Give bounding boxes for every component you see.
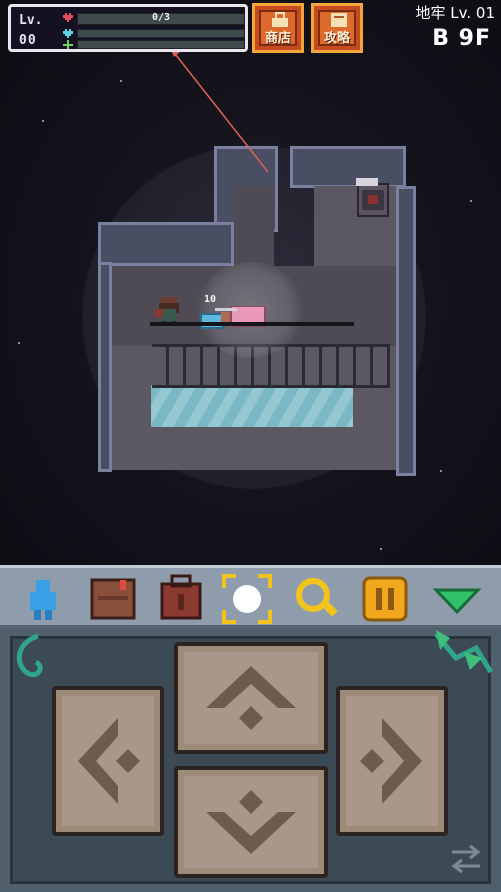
dpad-left-button[interactable]	[52, 686, 164, 836]
arrow-right-icon	[360, 718, 422, 804]
star	[18, 342, 20, 344]
bag-icon	[272, 12, 288, 27]
status-panel: Lv. 00 0/3	[8, 4, 248, 52]
slime-enemy[interactable]	[197, 306, 269, 330]
shop-label: 商店	[264, 31, 291, 46]
exp-bar	[77, 40, 245, 49]
enemy-hp-number: 10	[204, 294, 217, 305]
star	[380, 548, 382, 550]
action-toolbar	[0, 565, 501, 628]
arrow-left-icon	[78, 718, 140, 804]
magnifier-icon[interactable]	[292, 574, 342, 624]
dpad-down-button[interactable]	[174, 766, 328, 878]
energy-bar	[77, 29, 245, 38]
dpad-right-button[interactable]	[336, 686, 448, 836]
dungeon-wall	[98, 222, 234, 266]
swap-icon[interactable]	[448, 842, 484, 876]
guide-button[interactable]: 攻略	[311, 3, 363, 53]
arrow-down-icon	[206, 790, 296, 854]
focus-icon[interactable]	[222, 574, 272, 624]
hp-bar: 0/3	[77, 12, 245, 25]
floor-indicator: B 9F	[432, 26, 491, 51]
enemy-health-bar	[150, 322, 354, 326]
dungeon-title: 地牢 Lv. 01	[415, 4, 495, 22]
guide-label: 攻略	[323, 31, 350, 46]
collapse-icon[interactable]	[432, 574, 482, 624]
vine-decoration-left	[16, 633, 43, 678]
glass-floor	[151, 385, 353, 427]
dpad-up-button[interactable]	[174, 642, 328, 754]
star	[470, 200, 472, 202]
character-icon[interactable]	[18, 574, 68, 624]
star	[440, 470, 442, 472]
notebook-icon[interactable]	[88, 574, 138, 624]
control-area	[0, 628, 501, 892]
heart-icon	[63, 13, 73, 22]
shop-button[interactable]: 商店	[252, 3, 304, 53]
book-icon	[331, 13, 347, 27]
game-screen: 10 Lv. 00 0/3 商店 攻略 地牢 Lv. 01 B 9F	[0, 0, 501, 892]
arrow-up-icon	[206, 666, 296, 730]
hp-text: 0/3	[151, 12, 171, 23]
level-value: 00	[19, 33, 37, 48]
dungeon-wall	[396, 186, 416, 476]
energy-icon	[63, 29, 73, 38]
level-label: Lv.	[19, 13, 43, 28]
backpack-icon[interactable]	[156, 574, 206, 624]
pause-icon[interactable]	[360, 574, 410, 624]
exp-icon	[63, 40, 73, 49]
dungeon-wall	[98, 262, 112, 472]
